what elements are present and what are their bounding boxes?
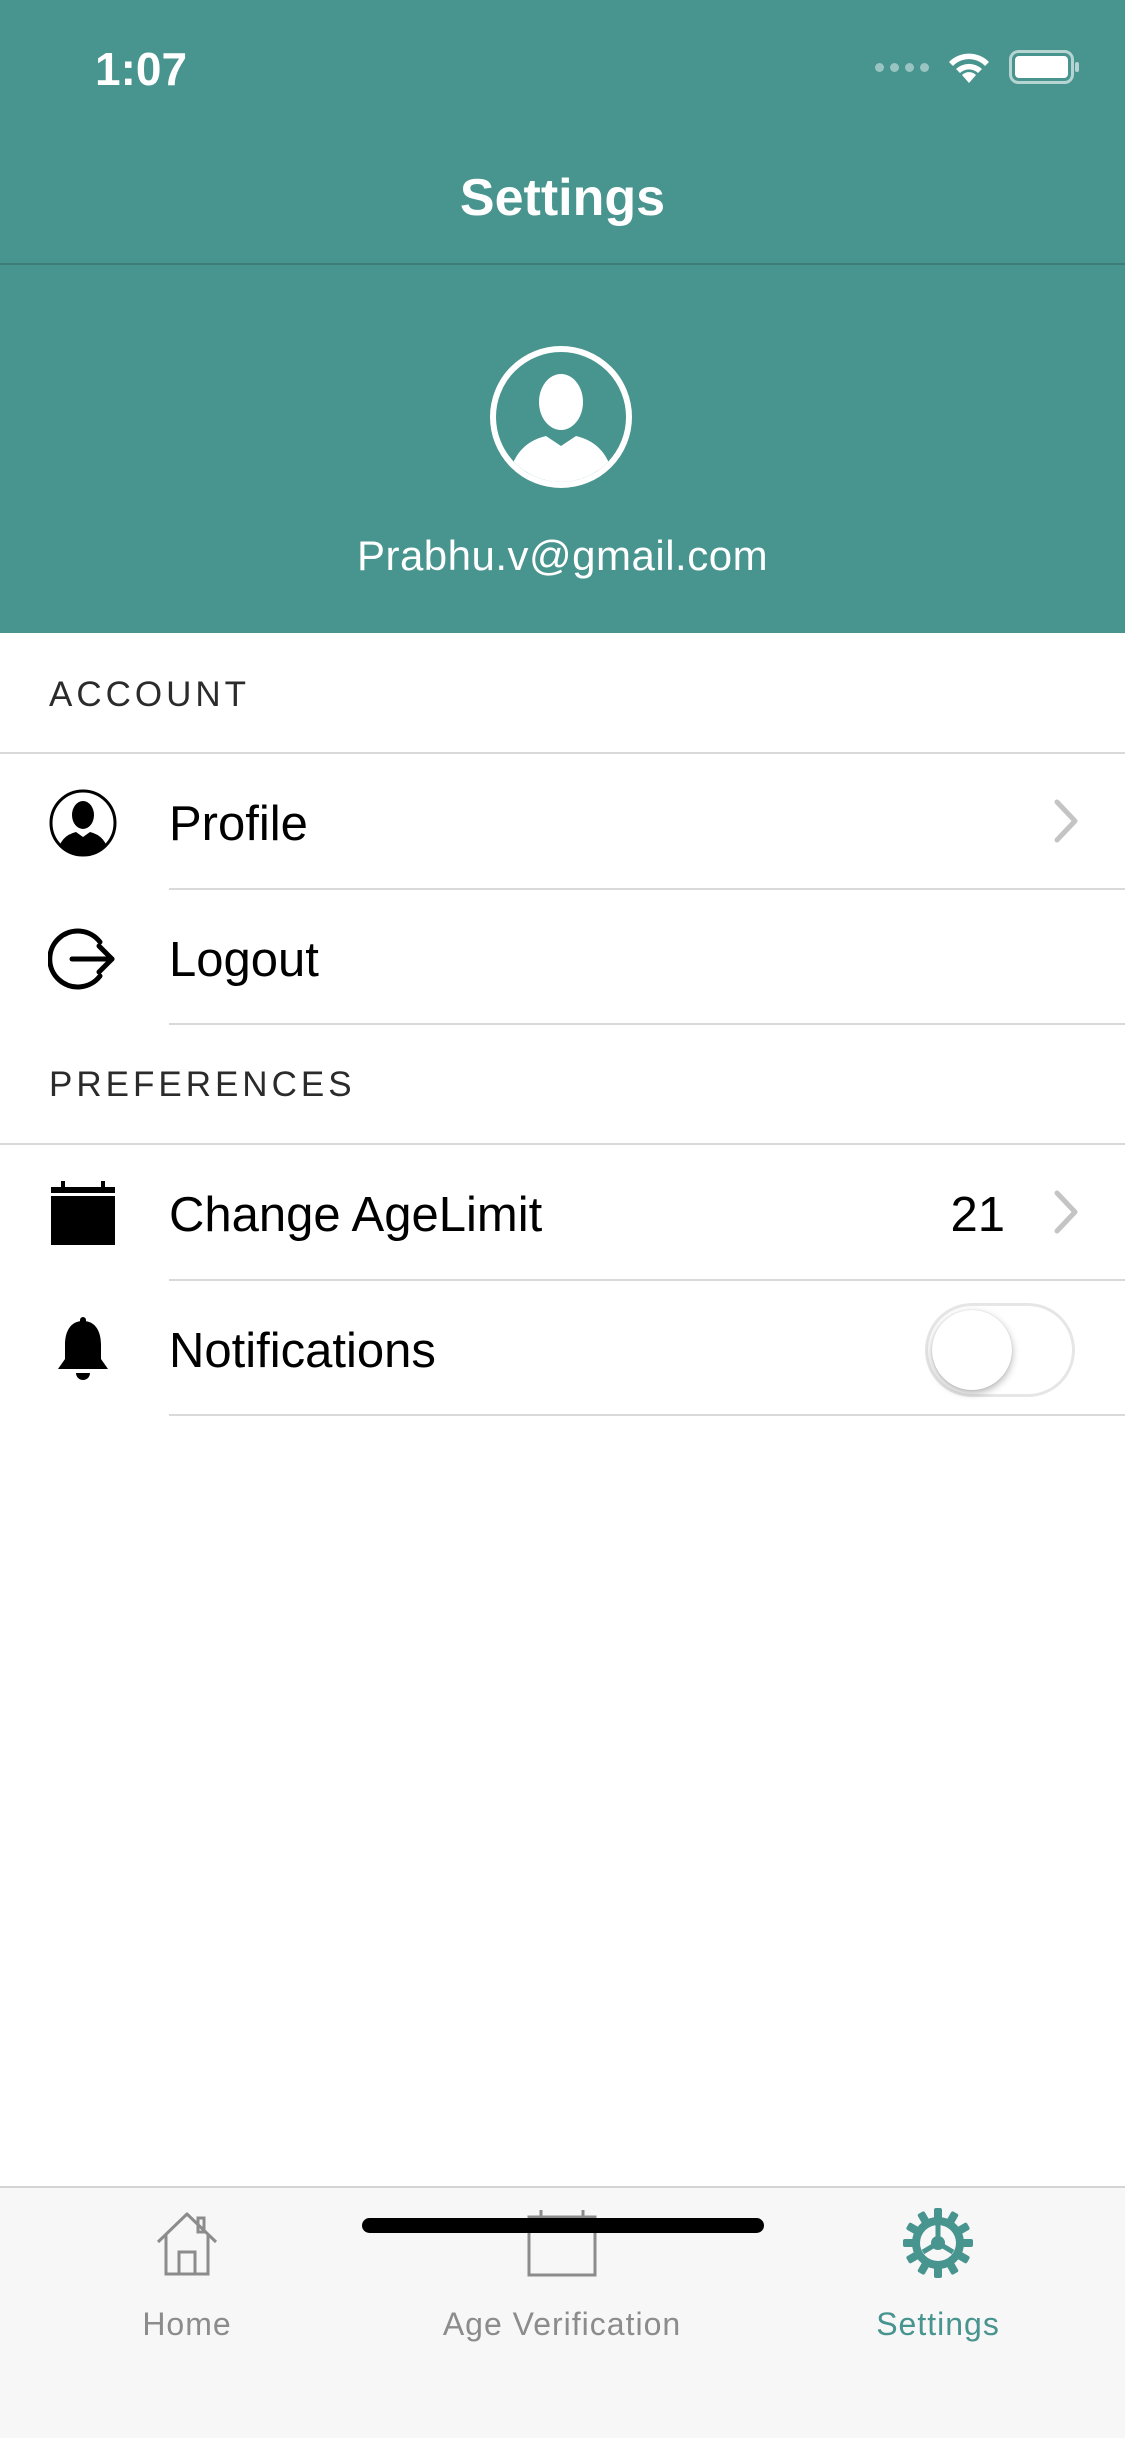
chevron-right-icon xyxy=(1054,1190,1078,1234)
battery-icon xyxy=(1009,50,1079,84)
settings-row-notifications: Notifications xyxy=(0,1281,1125,1416)
section-header-preferences: PREFERENCES xyxy=(49,1065,356,1104)
divider xyxy=(169,1023,1125,1025)
cellular-signal-icon xyxy=(875,62,929,72)
user-email: Prabhu.v@gmail.com xyxy=(356,532,769,579)
home-icon xyxy=(156,2212,218,2276)
notifications-toggle[interactable] xyxy=(925,1303,1075,1397)
notifications-label: Notifications xyxy=(169,1324,436,1378)
nav-divider xyxy=(0,263,1125,265)
agelimit-value: 21 xyxy=(950,1188,1005,1242)
home-indicator xyxy=(362,2218,764,2233)
tab-settings[interactable]: Settings xyxy=(788,2208,1088,2348)
bell-icon xyxy=(58,1317,108,1380)
toggle-knob xyxy=(932,1310,1012,1390)
tab-home-label: Home xyxy=(142,2306,232,2342)
person-icon xyxy=(49,789,117,857)
status-time: 1:07 xyxy=(95,43,188,95)
gear-icon xyxy=(903,2208,973,2278)
avatar[interactable] xyxy=(488,344,634,490)
wifi-icon xyxy=(949,53,989,83)
settings-row-change-agelimit[interactable]: Change AgeLimit 21 xyxy=(0,1145,1125,1280)
tab-settings-label: Settings xyxy=(876,2306,1000,2342)
settings-row-profile[interactable]: Profile xyxy=(0,754,1125,889)
tab-home[interactable]: Home xyxy=(37,2208,337,2348)
tab-age-verification-label: Age Verification xyxy=(442,2306,682,2342)
change-agelimit-label: Change AgeLimit xyxy=(169,1188,543,1242)
settings-row-logout[interactable]: Logout xyxy=(0,890,1125,1025)
divider xyxy=(169,1414,1125,1416)
chevron-right-icon xyxy=(1054,799,1078,843)
profile-header: 1:07 Settings Prabhu.v@gmail.com xyxy=(0,0,1125,633)
logout-icon xyxy=(48,928,115,990)
section-header-account: ACCOUNT xyxy=(49,675,251,714)
page-title: Settings xyxy=(459,169,666,227)
status-icons xyxy=(875,50,1081,84)
calendar-icon xyxy=(51,1181,115,1245)
profile-label: Profile xyxy=(169,797,308,851)
logout-label: Logout xyxy=(169,933,319,987)
